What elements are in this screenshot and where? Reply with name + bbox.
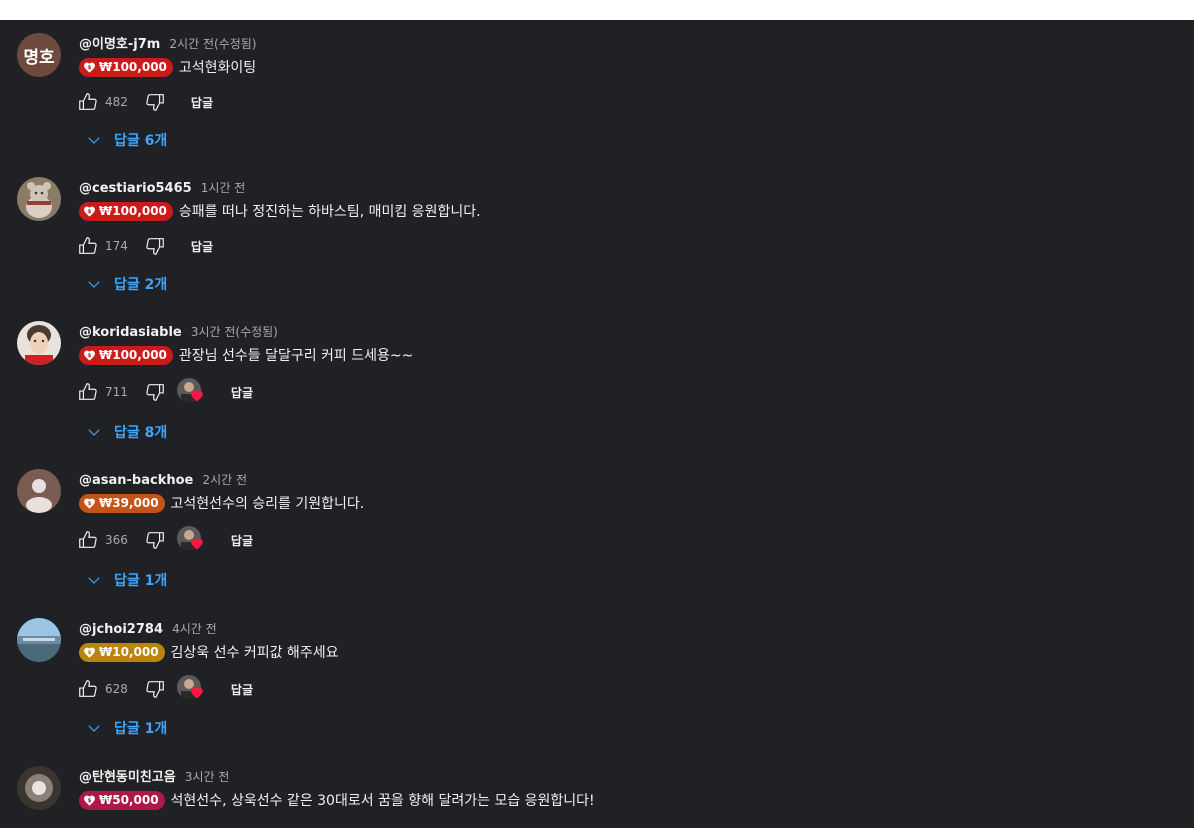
- author-name[interactable]: @jchoi2784: [79, 622, 163, 637]
- comment-text: 석현선수, 상욱선수 같은 30대로서 꿈을 향해 달려가는 모습 응원합니다!: [170, 793, 595, 809]
- chevron-down-icon: [82, 128, 106, 152]
- reply-button[interactable]: 답글: [191, 238, 213, 255]
- like-count: 628: [105, 682, 128, 696]
- avatar[interactable]: [17, 469, 61, 513]
- author-name[interactable]: @탄현동미친고음: [79, 770, 176, 785]
- svg-text:$: $: [88, 209, 92, 215]
- super-thanks-amount: ₩39,000: [99, 496, 159, 510]
- thumbs-down-icon[interactable]: [143, 380, 167, 404]
- comment-text: 관장님 선수들 달달구리 커피 드세용~~: [178, 348, 414, 364]
- replies-count-label: 답글 2개: [114, 277, 168, 293]
- super-thanks-badge: $ ₩100,000: [79, 345, 173, 365]
- super-thanks-amount: ₩100,000: [99, 348, 167, 362]
- avatar[interactable]: [17, 618, 61, 662]
- thumbs-down-icon[interactable]: [143, 234, 167, 258]
- comments-section: 명호 @이명호-j7m 2시간 전(수정됨) $ ₩100,000 고석현화이팅…: [0, 20, 1194, 828]
- avatar[interactable]: 명호: [17, 33, 61, 77]
- author-name[interactable]: @cestiario5465: [79, 181, 192, 196]
- super-thanks-badge: $ ₩100,000: [79, 57, 173, 77]
- comment-time[interactable]: 3시간 전(수정됨): [191, 325, 278, 339]
- money-heart-icon: $: [83, 646, 96, 659]
- view-replies-button[interactable]: 답글 1개: [82, 716, 167, 740]
- super-thanks-amount: ₩100,000: [99, 204, 167, 218]
- avatar-default: [17, 469, 61, 513]
- svg-text:$: $: [88, 65, 92, 71]
- view-replies-button[interactable]: 답글 8개: [82, 420, 167, 444]
- comment-text: 승패를 떠나 정진하는 하바스팀, 매미킴 응원합니다.: [178, 204, 481, 220]
- comment-text: 고석현화이팅: [178, 60, 257, 76]
- comment-time[interactable]: 2시간 전(수정됨): [169, 37, 256, 51]
- view-replies-button[interactable]: 답글 1개: [82, 568, 167, 592]
- avatar-photo: [17, 766, 61, 810]
- creator-heart: [176, 675, 207, 704]
- avatar-photo: [17, 618, 61, 662]
- super-thanks-badge: $ ₩39,000: [79, 493, 165, 513]
- chevron-down-icon: [82, 272, 106, 296]
- reply-button[interactable]: 답글: [231, 532, 253, 549]
- thumbs-up-icon[interactable]: [76, 90, 100, 114]
- super-thanks-badge: $ ₩50,000: [79, 790, 165, 810]
- money-heart-icon: $: [83, 497, 96, 510]
- chevron-down-icon: [82, 420, 106, 444]
- chevron-down-icon: [82, 568, 106, 592]
- reply-button[interactable]: 답글: [231, 384, 253, 401]
- super-thanks-amount: ₩100,000: [99, 60, 167, 74]
- super-thanks-amount: ₩10,000: [99, 645, 159, 659]
- super-thanks-badge: $ ₩10,000: [79, 642, 165, 662]
- replies-count-label: 답글 8개: [114, 425, 168, 441]
- reply-button[interactable]: 답글: [191, 94, 213, 111]
- svg-text:$: $: [88, 798, 92, 804]
- super-thanks-badge: $ ₩100,000: [79, 201, 173, 221]
- author-name[interactable]: @koridasiable: [79, 325, 182, 340]
- thumbs-up-icon[interactable]: [76, 234, 100, 258]
- thumbs-up-icon[interactable]: [76, 380, 100, 404]
- replies-count-label: 답글 1개: [114, 721, 168, 737]
- view-replies-button[interactable]: 답글 2개: [82, 272, 167, 296]
- creator-heart: [176, 378, 207, 407]
- comment-text: 김상욱 선수 커피값 해주세요: [170, 645, 339, 661]
- thumbs-down-icon[interactable]: [143, 677, 167, 701]
- author-name[interactable]: @이명호-j7m: [79, 37, 160, 52]
- thumbs-down-icon[interactable]: [143, 90, 167, 114]
- thumbs-up-icon[interactable]: [76, 677, 100, 701]
- thumbs-down-icon[interactable]: [143, 528, 167, 552]
- avatar[interactable]: [17, 177, 61, 221]
- heart-icon: [190, 388, 204, 407]
- super-thanks-amount: ₩50,000: [99, 793, 159, 807]
- replies-count-label: 답글 1개: [114, 573, 168, 589]
- avatar-photo: [17, 321, 61, 365]
- comment-time[interactable]: 4시간 전: [172, 622, 217, 636]
- heart-icon: [190, 536, 204, 555]
- like-count: 482: [105, 95, 128, 109]
- like-count: 366: [105, 533, 128, 547]
- money-heart-icon: $: [83, 794, 96, 807]
- reply-button[interactable]: 답글: [231, 681, 253, 698]
- svg-text:$: $: [88, 353, 92, 359]
- chevron-down-icon: [82, 716, 106, 740]
- avatar-initials: 명호: [17, 33, 61, 77]
- avatar[interactable]: [17, 766, 61, 810]
- comment-time[interactable]: 2시간 전: [202, 473, 247, 487]
- avatar[interactable]: [17, 321, 61, 365]
- comment-time[interactable]: 1시간 전: [201, 181, 246, 195]
- svg-text:$: $: [88, 501, 92, 507]
- like-count: 174: [105, 239, 128, 253]
- money-heart-icon: $: [83, 61, 96, 74]
- like-count: 711: [105, 385, 128, 399]
- money-heart-icon: $: [83, 349, 96, 362]
- comment-text: 고석현선수의 승리를 기원합니다.: [170, 496, 365, 512]
- creator-heart: [176, 526, 207, 555]
- heart-icon: [190, 685, 204, 704]
- replies-count-label: 답글 6개: [114, 133, 168, 149]
- thumbs-up-icon[interactable]: [76, 528, 100, 552]
- author-name[interactable]: @asan-backhoe: [79, 473, 193, 488]
- svg-text:$: $: [88, 650, 92, 656]
- avatar-photo: [17, 177, 61, 221]
- comment-time[interactable]: 3시간 전: [185, 770, 230, 784]
- view-replies-button[interactable]: 답글 6개: [82, 128, 167, 152]
- money-heart-icon: $: [83, 205, 96, 218]
